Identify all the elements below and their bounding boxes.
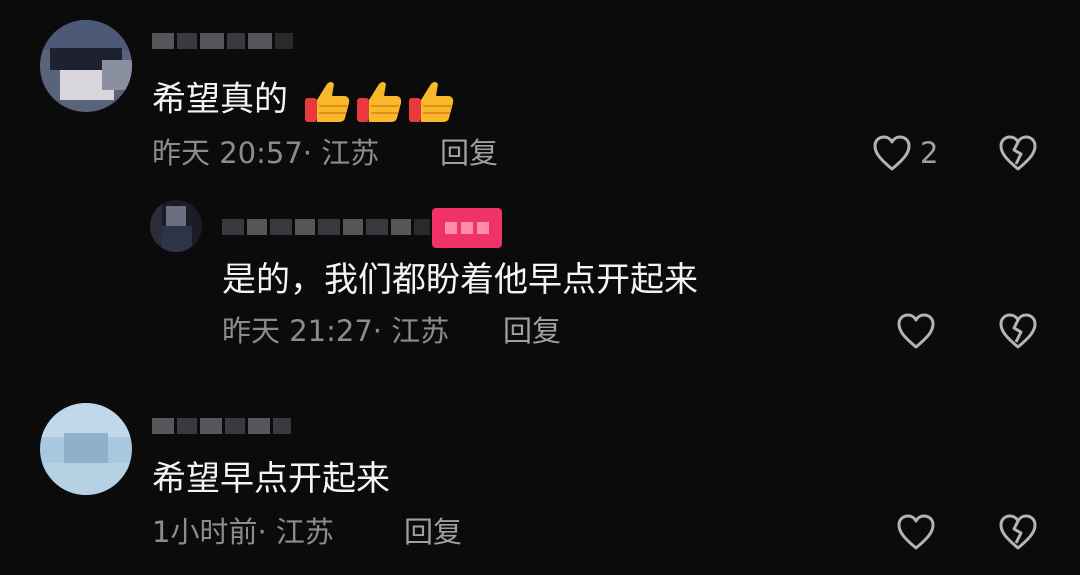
reply-button[interactable]: 回复 bbox=[404, 515, 462, 549]
comment-text: 希望真的 bbox=[152, 78, 455, 124]
like-button[interactable]: 2 bbox=[872, 134, 938, 172]
comment-item: 希望真的 昨天 20:57· 江苏 回复 2 bbox=[0, 0, 1080, 190]
username[interactable] bbox=[222, 216, 430, 238]
location: · 江苏 bbox=[302, 136, 380, 170]
location: · 江苏 bbox=[372, 314, 450, 348]
comment-item: 希望早点开起来 1小时前· 江苏 回复 bbox=[0, 395, 1080, 575]
thumbs-up-emoji bbox=[355, 78, 403, 124]
comment-meta: 昨天 21:27· 江苏 bbox=[222, 314, 449, 348]
timestamp: 昨天 21:27 bbox=[222, 314, 373, 348]
comment-text: 希望早点开起来 bbox=[152, 459, 390, 499]
comment-meta: 1小时前· 江苏 bbox=[152, 515, 334, 549]
like-button[interactable] bbox=[896, 513, 936, 551]
thumbs-up-emoji bbox=[407, 78, 455, 124]
comment-text-content: 希望真的 bbox=[152, 79, 288, 120]
dislike-button[interactable] bbox=[998, 312, 1038, 350]
comment-text: 是的，我们都盼着他早点开起来 bbox=[222, 260, 698, 300]
timestamp: 昨天 20:57 bbox=[152, 136, 303, 170]
timestamp: 1小时前 bbox=[152, 515, 258, 549]
thumbs-up-emoji bbox=[303, 78, 351, 124]
dislike-button[interactable] bbox=[998, 134, 1038, 172]
broken-heart-icon bbox=[998, 312, 1038, 350]
heart-outline-icon bbox=[896, 513, 936, 551]
heart-outline-icon bbox=[872, 134, 912, 172]
location: · 江苏 bbox=[257, 515, 334, 549]
like-button[interactable] bbox=[896, 312, 936, 350]
reply-button[interactable]: 回复 bbox=[440, 136, 498, 170]
broken-heart-icon bbox=[998, 513, 1038, 551]
avatar[interactable] bbox=[150, 200, 202, 252]
dislike-button[interactable] bbox=[998, 513, 1038, 551]
heart-outline-icon bbox=[896, 312, 936, 350]
author-badge bbox=[432, 208, 502, 248]
like-count: 2 bbox=[920, 136, 939, 170]
avatar[interactable] bbox=[40, 20, 132, 112]
username[interactable] bbox=[152, 415, 291, 437]
avatar[interactable] bbox=[40, 403, 132, 495]
reply-button[interactable]: 回复 bbox=[503, 314, 561, 348]
username[interactable] bbox=[152, 30, 293, 52]
comment-meta: 昨天 20:57· 江苏 bbox=[152, 136, 379, 170]
reply-item: 是的，我们都盼着他早点开起来 昨天 21:27· 江苏 回复 bbox=[0, 190, 1080, 370]
broken-heart-icon bbox=[998, 134, 1038, 172]
